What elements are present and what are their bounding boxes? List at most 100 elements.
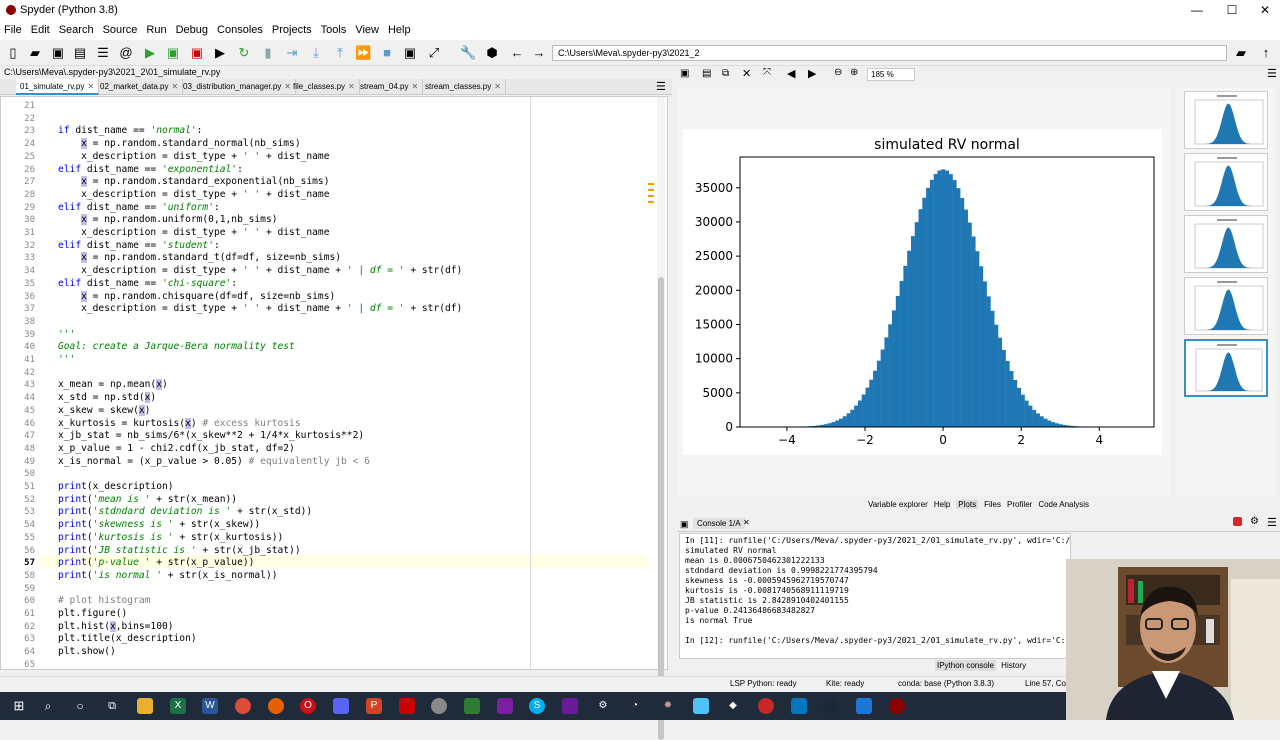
skype-icon[interactable]: S xyxy=(529,698,545,714)
plot-thumbnail[interactable] xyxy=(1184,91,1268,149)
fullscreen-icon[interactable]: ⤢ xyxy=(426,45,442,61)
plot-thumbnail-selected[interactable] xyxy=(1184,339,1268,397)
debug-icon[interactable]: ▮ xyxy=(260,45,276,61)
app-icon[interactable] xyxy=(758,698,774,714)
maximize-button[interactable]: ☐ xyxy=(1215,0,1249,20)
copy-plot-icon[interactable]: ⧉ xyxy=(722,68,729,79)
plot-thumbnail[interactable] xyxy=(1184,153,1268,211)
previous-plot-icon[interactable]: ◀ xyxy=(787,67,795,80)
tab-variable-explorer[interactable]: Variable explorer xyxy=(868,500,928,509)
menu-edit[interactable]: Edit xyxy=(31,24,50,36)
tab-history[interactable]: History xyxy=(1001,661,1026,670)
list-icon[interactable]: ☰ xyxy=(95,45,111,61)
tab-01-simulate-rv[interactable]: 01_simulate_rv.py✕ xyxy=(16,79,99,95)
step-icon[interactable]: ⇥ xyxy=(284,45,300,61)
close-tab-icon[interactable]: ✕ xyxy=(172,82,179,91)
save-icon[interactable]: ▣ xyxy=(50,45,66,61)
app-icon[interactable]: ✹ xyxy=(660,698,676,714)
tab-files[interactable]: Files xyxy=(984,500,1001,509)
app-icon[interactable] xyxy=(464,698,480,714)
tab-options-icon[interactable]: ☰ xyxy=(656,80,666,93)
menu-tools[interactable]: Tools xyxy=(321,24,347,36)
zoom-out-icon[interactable]: ⊖ xyxy=(834,67,842,78)
parent-dir-icon[interactable]: ↑ xyxy=(1258,45,1274,61)
run-icon[interactable]: ▶ xyxy=(142,45,158,61)
windows-start-icon[interactable]: ⊞ xyxy=(11,698,27,714)
tab-ipython-console[interactable]: IPython console xyxy=(935,660,996,671)
menu-search[interactable]: Search xyxy=(59,24,94,36)
tab-03-distribution-manager[interactable]: 03_distribution_manager.py✕ xyxy=(179,79,296,95)
preferences-icon[interactable]: 🔧 xyxy=(460,45,476,61)
open-file-icon[interactable]: ▰ xyxy=(27,45,43,61)
new-file-icon[interactable]: ▯ xyxy=(5,45,21,61)
code-editor[interactable]: 2122232425262728293031323334353637383940… xyxy=(0,96,668,670)
app-icon[interactable] xyxy=(856,698,872,714)
app-icon[interactable] xyxy=(693,698,709,714)
steam-icon[interactable] xyxy=(823,698,839,714)
menu-help[interactable]: Help xyxy=(388,24,411,36)
console-tab[interactable]: Console 1/A xyxy=(693,518,745,529)
menu-source[interactable]: Source xyxy=(103,24,138,36)
step-return-icon[interactable]: ⤒ xyxy=(332,45,348,61)
back-icon[interactable]: ← xyxy=(509,45,525,61)
tab-02-market-data[interactable]: 02_market_data.py✕ xyxy=(96,79,183,95)
tab-stream-classes[interactable]: stream_classes.py✕ xyxy=(421,79,506,95)
menu-consoles[interactable]: Consoles xyxy=(217,24,263,36)
run-cell-advance-icon[interactable]: ▣ xyxy=(189,45,205,61)
remove-plot-icon[interactable]: ✕ xyxy=(742,67,751,80)
close-tab-icon[interactable]: ✕ xyxy=(87,82,94,91)
stop-debug-icon[interactable]: ■ xyxy=(379,45,395,61)
discord-icon[interactable] xyxy=(333,698,349,714)
close-tab-icon[interactable]: ✕ xyxy=(348,82,355,91)
acrobat-icon[interactable] xyxy=(399,698,415,714)
next-plot-icon[interactable]: ▶ xyxy=(808,67,816,80)
run-cell-icon[interactable]: ▣ xyxy=(165,45,181,61)
tab-stream-04[interactable]: stream_04.py✕ xyxy=(356,79,423,95)
console-options-icon[interactable]: ☰ xyxy=(1267,516,1277,529)
menu-file[interactable]: File xyxy=(4,24,22,36)
tab-code-analysis[interactable]: Code Analysis xyxy=(1038,500,1089,509)
close-button[interactable]: ✕ xyxy=(1248,0,1280,20)
app-icon[interactable] xyxy=(562,698,578,714)
app-icon[interactable]: ◔ xyxy=(627,698,643,714)
powerpoint-icon[interactable]: P xyxy=(366,698,382,714)
python-path-icon[interactable]: ⬢ xyxy=(484,45,500,61)
working-directory-input[interactable]: C:\Users\Meva\.spyder-py3\2021_2 xyxy=(552,45,1227,61)
save-all-plots-icon[interactable]: ▤ xyxy=(702,68,711,79)
step-into-icon[interactable]: ⤓ xyxy=(308,45,324,61)
continue-icon[interactable]: ⏩ xyxy=(355,45,371,61)
opera-icon[interactable]: O xyxy=(300,698,316,714)
at-icon[interactable]: @ xyxy=(118,45,134,61)
excel-icon[interactable]: X xyxy=(170,698,186,714)
rerun-icon[interactable]: ↻ xyxy=(236,45,252,61)
close-tab-icon[interactable]: ✕ xyxy=(494,82,501,91)
task-view-icon[interactable]: ⧉ xyxy=(104,698,120,714)
zoom-level-input[interactable]: 185 % xyxy=(867,68,915,81)
menu-view[interactable]: View xyxy=(355,24,379,36)
app-icon[interactable] xyxy=(497,698,513,714)
tab-help[interactable]: Help xyxy=(934,500,950,509)
tab-profiler[interactable]: Profiler xyxy=(1007,500,1032,509)
forward-icon[interactable]: → xyxy=(531,45,547,61)
plot-thumbnail[interactable] xyxy=(1184,215,1268,273)
word-icon[interactable]: W xyxy=(202,698,218,714)
close-tab-icon[interactable]: ✕ xyxy=(411,82,418,91)
settings-icon[interactable]: ⚙ xyxy=(595,698,611,714)
close-console-icon[interactable]: ✕ xyxy=(743,518,750,527)
zoom-in-icon[interactable]: ⊕ xyxy=(850,67,858,78)
ipython-console[interactable]: In [11]: runfile('C:/Users/Meva/.spyder-… xyxy=(679,533,1071,659)
tab-file-classes[interactable]: file_classes.py✕ xyxy=(289,79,360,95)
tab-plots[interactable]: Plots xyxy=(956,500,978,509)
console-tools-icon[interactable]: ⚙ xyxy=(1250,516,1259,527)
search-icon[interactable]: ⌕ xyxy=(40,698,56,714)
plot-thumbnail[interactable] xyxy=(1184,277,1268,335)
app-icon[interactable]: ◆ xyxy=(725,698,741,714)
menu-run[interactable]: Run xyxy=(146,24,166,36)
cortana-icon[interactable]: ○ xyxy=(72,698,88,714)
editor-scrollbar-thumb[interactable] xyxy=(658,277,664,740)
chrome-icon[interactable] xyxy=(235,698,251,714)
maximize-pane-icon[interactable]: ▣ xyxy=(402,45,418,61)
save-plot-icon[interactable]: ▣ xyxy=(680,68,689,79)
file-explorer-icon[interactable] xyxy=(137,698,153,714)
menu-debug[interactable]: Debug xyxy=(176,24,208,36)
